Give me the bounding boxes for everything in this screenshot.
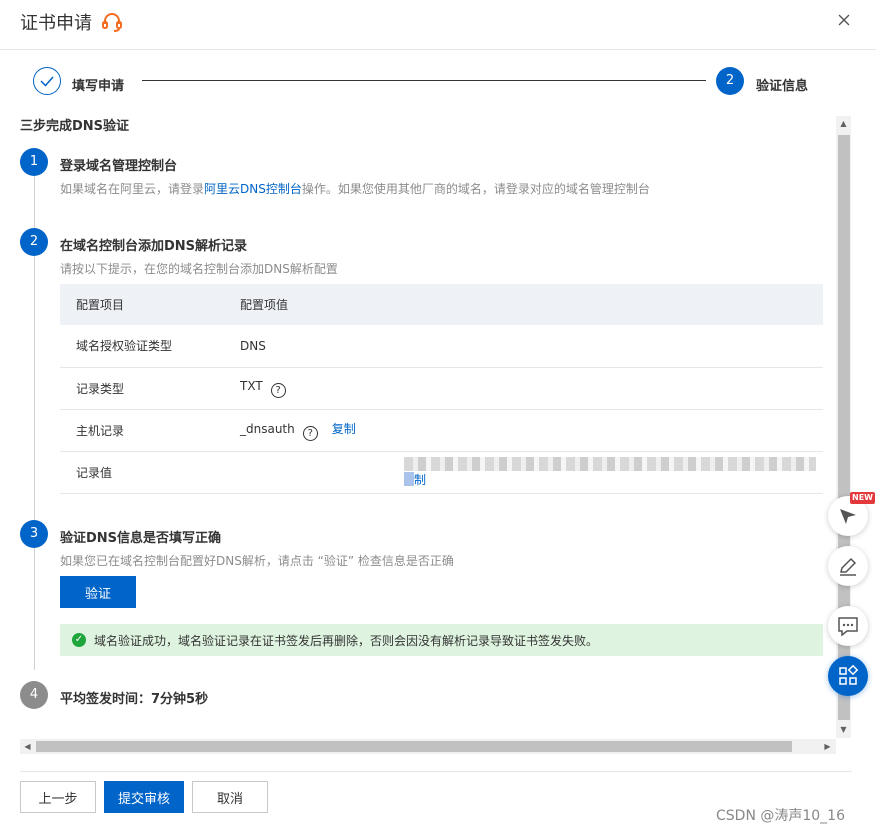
scroll-left-icon[interactable]: ◀	[20, 739, 35, 754]
check-circle-icon: ✓	[72, 633, 86, 647]
timeline-node-4: 4	[20, 681, 48, 709]
footer-divider	[20, 771, 852, 772]
prev-step-button[interactable]: 上一步	[20, 781, 96, 813]
table-row: 记录值 制	[60, 451, 823, 494]
row-value-cell: TXT?	[224, 367, 823, 410]
chat-icon	[838, 617, 858, 637]
floating-apps-button[interactable]	[828, 656, 868, 696]
step2-number: 2	[716, 67, 744, 95]
table-row: 域名授权验证类型 DNS	[60, 325, 823, 368]
verify-button[interactable]: 验证	[60, 576, 136, 608]
table-row: 主机记录 _dnsauth? 复制	[60, 409, 823, 452]
step3-desc: 如果您已在域名控制台配置好DNS解析，请点击 “验证” 检查信息是否正确	[60, 554, 454, 568]
success-alert: ✓ 域名验证成功，域名验证记录在证书签发后再删除，否则会因没有解析记录导致证书签…	[60, 624, 823, 656]
help-icon[interactable]: ?	[270, 382, 286, 398]
horizontal-scroll-thumb[interactable]	[36, 741, 792, 752]
row-label: 记录值	[60, 451, 224, 494]
step1-desc: 如果域名在阿里云，请登录阿里云DNS控制台操作。如果您使用其他厂商的域名，请登录…	[60, 180, 650, 197]
close-icon[interactable]	[836, 12, 852, 28]
step4-title: 平均签发时间：7分钟5秒	[60, 692, 209, 707]
dialog-title: 证书申请	[20, 13, 92, 34]
timeline-node-1: 1	[20, 148, 48, 176]
copy-record-link[interactable]: 制	[414, 473, 426, 487]
scroll-down-icon[interactable]: ▼	[836, 722, 851, 738]
help-icon[interactable]: ?	[302, 425, 318, 441]
pencil-icon	[840, 557, 857, 576]
watermark: CSDN @涛声10_16	[716, 808, 845, 824]
redacted-tail	[404, 472, 414, 487]
submit-review-button[interactable]: 提交审核	[104, 781, 184, 813]
dns-config-table: 配置项目 配置项值 域名授权验证类型 DNS 记录类型 TXT? 主机记录 _d…	[60, 284, 823, 494]
scroll-up-icon[interactable]: ▲	[836, 116, 851, 132]
apps-grid-icon	[839, 664, 859, 685]
floating-chat-button[interactable]	[828, 606, 868, 646]
step2-title: 在域名控制台添加DNS解析记录	[60, 239, 248, 254]
step3-title: 验证DNS信息是否填写正确	[60, 531, 222, 546]
row-label: 域名授权验证类型	[60, 325, 224, 368]
row-value-cell: _dnsauth? 复制	[224, 409, 823, 452]
timeline-node-2: 2	[20, 228, 48, 256]
step1-title: 登录域名管理控制台	[60, 159, 178, 174]
new-badge: NEW	[850, 492, 875, 504]
step1-desc-suffix: 操作。如果您使用其他厂商的域名，请登录对应的域名管理控制台	[301, 182, 650, 196]
step1-label: 填写申请	[72, 79, 125, 94]
dns-console-link[interactable]: 阿里云DNS控制台	[204, 182, 302, 196]
row-value: DNS	[224, 325, 823, 368]
step-connector	[142, 80, 706, 81]
cancel-button[interactable]: 取消	[192, 781, 268, 813]
step2-label: 验证信息	[756, 79, 809, 94]
dialog-header: 证书申请	[0, 0, 876, 50]
timeline-node-3: 3	[20, 520, 48, 548]
table-row: 记录类型 TXT?	[60, 367, 823, 410]
copy-host-link[interactable]: 复制	[332, 422, 356, 436]
step1-check-icon	[33, 67, 61, 95]
scroll-right-icon[interactable]: ▶	[820, 739, 835, 754]
floating-edit-button[interactable]	[828, 546, 868, 586]
row-label: 记录类型	[60, 367, 224, 410]
row-value: _dnsauth	[240, 421, 295, 436]
row-value-cell: 制	[224, 451, 823, 494]
table-header: 配置项值	[224, 284, 823, 325]
table-header: 配置项目	[60, 284, 224, 325]
row-value: TXT	[240, 378, 263, 393]
section-title: 三步完成DNS验证	[20, 119, 130, 134]
success-message: 域名验证成功，域名验证记录在证书签发后再删除，否则会因没有解析记录导致证书签发失…	[94, 633, 599, 648]
step1-desc-prefix: 如果域名在阿里云，请登录	[60, 182, 205, 196]
row-label: 主机记录	[60, 409, 224, 452]
redacted-record-value	[404, 456, 816, 471]
table-header-row: 配置项目 配置项值	[60, 284, 823, 325]
headset-icon[interactable]	[101, 11, 123, 33]
step2-desc: 请按以下提示，在您的域名控制台添加DNS解析配置	[60, 262, 338, 276]
